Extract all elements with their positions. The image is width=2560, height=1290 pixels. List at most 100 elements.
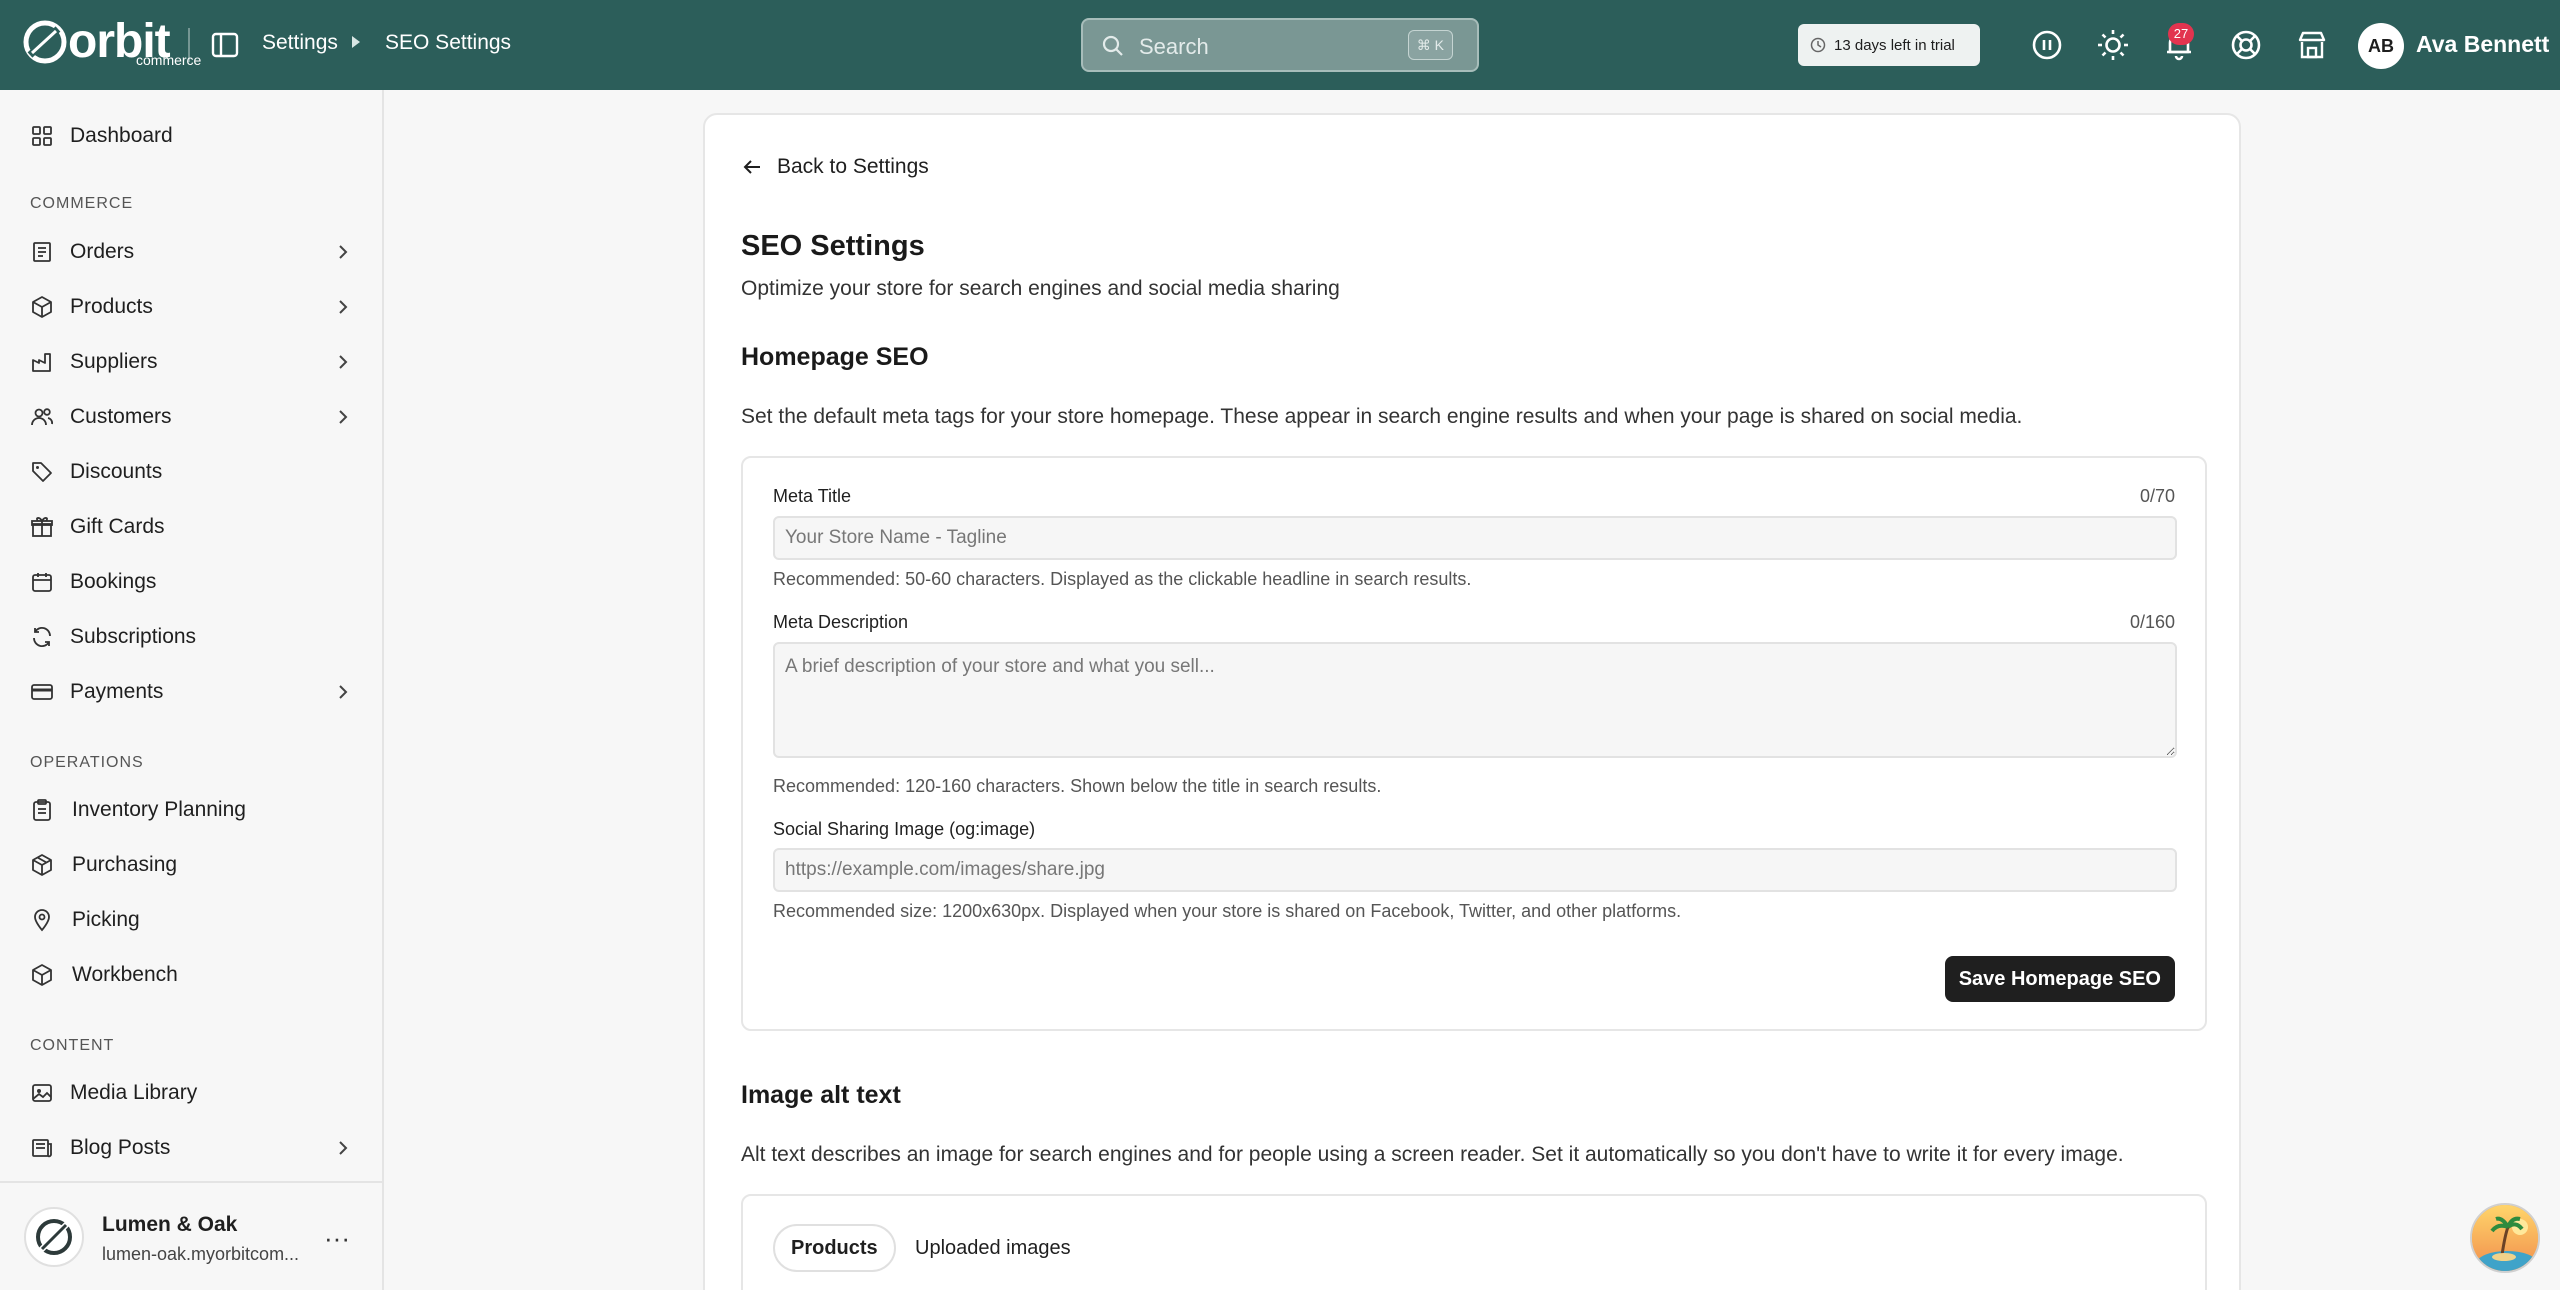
sidebar-item-label: Payments [70,680,164,703]
sidebar-item-discounts[interactable]: Discounts [0,448,384,496]
sidebar-item-dashboard[interactable]: Dashboard [0,112,384,160]
tab-products[interactable]: Products [773,1224,896,1272]
meta-title-counter: 0/70 [2139,486,2175,506]
sidebar-item-label: Picking [72,908,140,931]
meta-title-label: Meta Title [773,486,852,506]
sidebar-item-suppliers[interactable]: Suppliers [0,338,384,386]
user-name[interactable]: Ava Bennett [2416,31,2549,58]
sidebar-item-label: Products [70,295,153,318]
cube-icon [32,964,52,986]
meta-description-help: Recommended: 120-160 characters. Shown b… [773,776,1382,796]
sidebar-item-label: Subscriptions [70,625,197,648]
tag-icon [32,462,52,482]
save-homepage-seo-button[interactable]: Save Homepage SEO [1944,956,2175,1002]
store-name: Lumen & Oak [102,1213,238,1236]
sidebar-item-purchasing[interactable]: Purchasing [0,841,384,889]
chevron-right-icon [339,1141,348,1155]
credit-card-icon [31,684,53,700]
chevron-right-icon [339,245,348,259]
sidebar-item-label: Inventory Planning [72,798,246,821]
meta-description-input[interactable] [773,642,2177,758]
sidebar-item-label: Customers [70,405,172,428]
chevron-right-icon [339,685,348,699]
gift-icon [31,517,53,537]
search-input[interactable]: Search ⌘ K [1081,18,1479,72]
store-logo [24,1207,84,1267]
storefront-icon[interactable] [2295,28,2329,62]
support-avatar-icon [2472,1205,2538,1271]
homepage-seo-description: Set the default meta tags for your store… [741,405,2023,428]
trial-badge[interactable]: 13 days left in trial [1798,24,1980,66]
sidebar-item-orders[interactable]: Orders [0,228,384,276]
sidebar-item-picking[interactable]: Picking [0,896,384,944]
chevron-right-icon [339,300,348,314]
breadcrumb-settings[interactable]: Settings [262,31,338,55]
sidebar-item-inventory-planning[interactable]: Inventory Planning [0,786,384,834]
sidebar-item-label: Dashboard [70,124,173,147]
orbit-logo-icon [23,20,67,64]
sidebar-item-label: Blog Posts [70,1136,171,1159]
sidebar-item-subscriptions[interactable]: Subscriptions [0,613,384,661]
users-icon [31,408,53,426]
box-icon [32,296,52,318]
search-shortcut: ⌘ K [1407,30,1453,60]
package-icon [32,854,52,876]
sidebar-item-payments[interactable]: Payments [0,668,384,716]
image-alt-text-heading: Image alt text [741,1081,901,1109]
sidebar-item-bookings[interactable]: Bookings [0,558,384,606]
sidebar-item-label: Discounts [70,460,163,483]
chevron-right-icon [339,410,348,424]
sidebar-item-label: Media Library [70,1081,198,1104]
image-alt-text-card: Products Uploaded images [741,1194,2207,1290]
refresh-icon [33,626,51,648]
image-icon [32,1084,52,1102]
sidebar-item-workbench[interactable]: Workbench [0,951,384,999]
settings-panel: Back to Settings SEO Settings Optimize y… [703,113,2241,1290]
chevron-right-icon [339,355,348,369]
image-alt-text-description: Alt text describes an image for search e… [741,1143,2124,1166]
orders-icon [33,242,51,262]
logo-subtext: commerce [136,52,202,68]
newspaper-icon [32,1139,52,1158]
sidebar-item-label: Bookings [70,570,157,593]
avatar[interactable]: AB [2358,23,2404,69]
og-image-input[interactable] [773,848,2177,892]
sidebar-item-gift-cards[interactable]: Gift Cards [0,503,384,551]
notification-count-badge: 27 [2168,23,2194,45]
og-image-label: Social Sharing Image (og:image) [773,819,1036,839]
meta-description-label: Meta Description [773,612,909,632]
sidebar-item-label: Orders [70,240,135,263]
calendar-icon [32,573,52,592]
support-chat-button[interactable] [2470,1203,2540,1273]
sidebar-item-customers[interactable]: Customers [0,393,384,441]
sidebar-item-blog-posts[interactable]: Blog Posts [0,1124,384,1172]
meta-title-help: Recommended: 50-60 characters. Displayed… [773,569,1472,589]
pause-circle-icon[interactable] [2030,28,2064,62]
store-logo-icon [36,1219,72,1255]
section-heading-commerce: COMMERCE [30,195,134,212]
sun-icon[interactable] [2096,28,2130,62]
og-image-help: Recommended size: 1200x630px. Displayed … [773,901,1682,921]
sidebar-item-label: Gift Cards [70,515,165,538]
more-options-icon[interactable]: ··· [324,1223,350,1254]
page-subtitle: Optimize your store for search engines a… [741,277,1340,300]
store-url: lumen-oak.myorbitcom... [102,1244,300,1264]
back-to-settings-link[interactable]: Back to Settings [741,155,929,179]
meta-title-input[interactable] [773,516,2177,560]
breadcrumb-separator-icon [352,36,360,48]
dashboard-icon [32,126,52,146]
store-switcher[interactable]: Lumen & Oak lumen-oak.myorbitcom... ··· [0,1181,384,1290]
homepage-seo-form: Meta Title 0/70 Recommended: 50-60 chara… [741,456,2207,1031]
sidebar-item-label: Workbench [72,963,178,986]
clock-icon [1810,37,1826,53]
sidebar-item-products[interactable]: Products [0,283,384,331]
trial-text: 13 days left in trial [1834,36,1955,54]
map-pin-icon [34,909,50,932]
sidebar-toggle-icon[interactable] [210,30,240,60]
sidebar-item-media-library[interactable]: Media Library [0,1069,384,1117]
arrow-left-icon [743,160,760,174]
help-lifebuoy-icon[interactable] [2229,28,2263,62]
meta-description-counter: 0/160 [2129,612,2175,632]
tab-uploaded-images[interactable]: Uploaded images [915,1224,1071,1272]
topbar-divider [188,28,190,62]
